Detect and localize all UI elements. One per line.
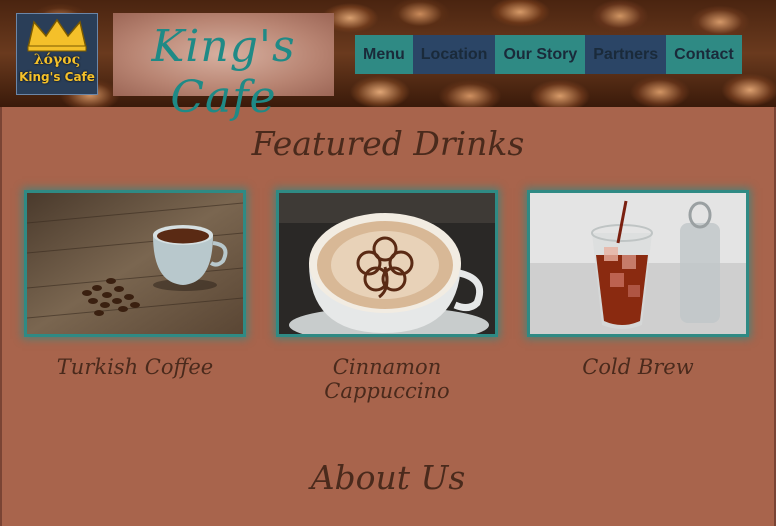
- turkish-coffee-caption: Turkish Coffee: [56, 355, 214, 379]
- crown-icon: [27, 18, 87, 52]
- turkish-coffee-image[interactable]: [24, 190, 246, 337]
- header-banner: λόγος King's Cafe King's Cafe Menu Locat…: [0, 0, 776, 123]
- site-title: King's Cafe: [151, 21, 296, 123]
- about-us-heading: About Us: [310, 458, 466, 497]
- logo-cafe-text: King's Cafe: [19, 70, 95, 84]
- featured-drinks-heading: Featured Drinks: [251, 124, 525, 163]
- logo-greek-text: λόγος: [33, 52, 81, 68]
- cold-brew-image[interactable]: [527, 190, 749, 337]
- cinnamon-cappuccino-caption: Cinnamon Cappuccino: [324, 355, 450, 403]
- logo[interactable]: λόγος King's Cafe: [16, 13, 98, 95]
- nav-location[interactable]: Location: [412, 35, 496, 74]
- main-nav: Menu Location Our Story Partners Contact: [355, 35, 742, 74]
- nav-menu[interactable]: Menu: [355, 35, 413, 74]
- cinnamon-cappuccino-image[interactable]: [276, 190, 498, 337]
- cold-brew-caption: Cold Brew: [582, 355, 694, 379]
- nav-contact[interactable]: Contact: [666, 35, 742, 74]
- nav-partners[interactable]: Partners: [585, 35, 667, 74]
- nav-our-story[interactable]: Our Story: [495, 35, 586, 74]
- site-title-box: King's Cafe: [113, 13, 334, 123]
